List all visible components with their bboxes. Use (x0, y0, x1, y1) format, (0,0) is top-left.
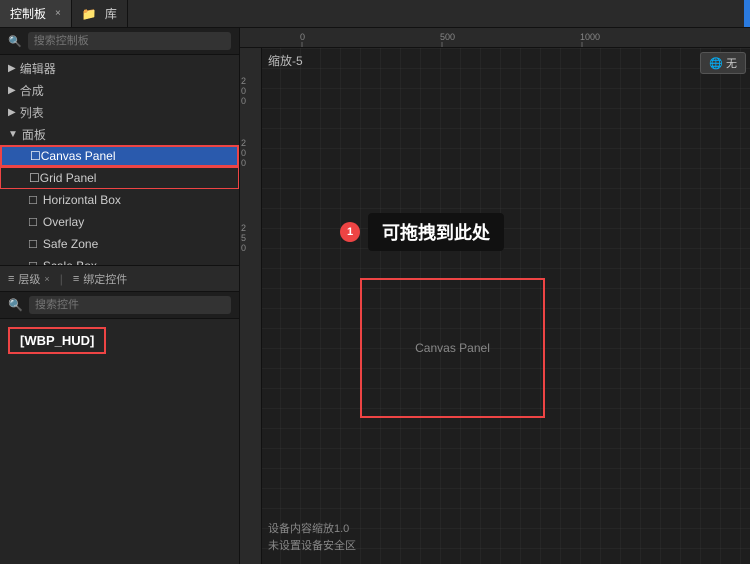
ruler-v-3: 0 (241, 96, 246, 106)
canvas-panel-viewport-label: Canvas Panel (415, 341, 490, 355)
tree-item-scale-box[interactable]: ☐ Scale Box (0, 255, 239, 265)
hbox-icon: ☐ (28, 194, 38, 207)
ruler-h-0: 0 (300, 32, 305, 42)
hbox-label: Horizontal Box (43, 193, 121, 207)
scale-box-label: Scale Box (43, 259, 97, 265)
grid-panel-label: Grid Panel (40, 171, 97, 185)
device-safe-label: 未设置设备安全区 (268, 538, 356, 556)
layers-search-input[interactable] (29, 296, 231, 314)
main-layout: 🔍 ▶ 编辑器 ▶ 合成 ▶ 列表 (0, 28, 750, 564)
overlay-label: Overlay (43, 215, 84, 229)
panel-lower: ≡ 层级 × | ≡ 绑定控件 🔍 [WBP_HUD] (0, 266, 239, 564)
canvas-panel-label: Canvas Panel (41, 149, 116, 163)
canvas-globe-btn[interactable]: 🌐 无 (700, 52, 746, 74)
canvas-btn-none-label: 无 (726, 58, 737, 70)
arrow-list: ▶ (8, 107, 16, 118)
ruler-v-9: 0 (241, 243, 246, 253)
canvas-area[interactable]: 0 500 1000 2 0 0 2 0 0 2 5 0 缩放-5 (240, 28, 750, 564)
lower-search-icon: 🔍 (8, 298, 23, 312)
drag-tooltip: 1 可拖拽到此处 (340, 213, 504, 251)
tab-layers[interactable]: ≡ 层级 × (0, 266, 58, 291)
arrow-editor: ▶ (8, 63, 16, 74)
scale-box-icon: ☐ (28, 260, 38, 266)
section-panel-label: 面板 (22, 126, 46, 143)
device-scale-label: 设备内容缩放1.0 (268, 521, 356, 539)
wbp-hud-label: [WBP_HUD] (20, 333, 94, 348)
drag-badge: 1 (340, 222, 360, 242)
search-bar: 🔍 (0, 28, 239, 55)
section-editor-label: 编辑器 (20, 60, 56, 77)
overlay-icon: ☐ (28, 216, 38, 229)
tree-list: ▶ 编辑器 ▶ 合成 ▶ 列表 ▼ 面板 (0, 55, 239, 265)
section-list[interactable]: ▶ 列表 (0, 101, 239, 123)
panel-upper: 🔍 ▶ 编辑器 ▶ 合成 ▶ 列表 (0, 28, 239, 266)
tab-control-panel-label: 控制板 (10, 5, 46, 22)
canvas-controls: 🌐 无 (700, 52, 746, 74)
layers-label: 层级 (18, 271, 40, 287)
layers-content: [WBP_HUD] (0, 319, 239, 564)
bind-controls-label: 绑定控件 (83, 271, 127, 287)
ruler-h-1000: 1000 (580, 32, 600, 42)
layers-close[interactable]: × (44, 274, 49, 284)
tree-item-safe-zone[interactable]: ☐ Safe Zone (0, 233, 239, 255)
section-compose-label: 合成 (20, 82, 44, 99)
tree-item-canvas-panel[interactable]: ☐ Canvas Panel (0, 145, 239, 167)
ruler-v-7: 2 (241, 223, 246, 233)
globe-icon: 🌐 (709, 58, 723, 70)
left-panel: 🔍 ▶ 编辑器 ▶ 合成 ▶ 列表 (0, 28, 240, 564)
ruler-v-2: 0 (241, 86, 246, 96)
tab-control-panel[interactable]: 控制板 × (0, 0, 72, 27)
drag-text: 可拖拽到此处 (368, 213, 504, 251)
search-icon: 🔍 (8, 35, 22, 48)
ruler-vertical: 2 0 0 2 0 0 2 5 0 (240, 48, 262, 564)
layers-icon: ≡ (8, 273, 14, 285)
arrow-compose: ▶ (8, 85, 16, 96)
lower-search-bar: 🔍 (0, 292, 239, 319)
search-input[interactable] (28, 32, 231, 50)
safe-zone-icon: ☐ (28, 238, 38, 251)
canvas-panel-viewport[interactable]: Canvas Panel (360, 278, 545, 418)
section-panel[interactable]: ▼ 面板 (0, 123, 239, 145)
tab-control-panel-close[interactable]: × (55, 8, 61, 19)
arrow-panel: ▼ (8, 129, 18, 140)
top-tab-bar: 控制板 × 📁 库 (0, 0, 750, 28)
ruler-horizontal: 0 500 1000 (240, 28, 750, 48)
section-list-label: 列表 (20, 104, 44, 121)
tree-item-overlay[interactable]: ☐ Overlay (0, 211, 239, 233)
ruler-v-6: 0 (241, 158, 246, 168)
section-compose[interactable]: ▶ 合成 (0, 79, 239, 101)
tab-library-label: 库 (105, 5, 117, 22)
tab-sep: | (58, 272, 65, 286)
ruler-v-1: 2 (241, 76, 246, 86)
tab-library[interactable]: 📁 库 (72, 0, 128, 27)
ruler-v-4: 2 (241, 138, 246, 148)
ruler-h-500: 500 (440, 32, 455, 42)
zoom-label: 缩放-5 (268, 52, 303, 69)
canvas-bottom-info: 设备内容缩放1.0 未设置设备安全区 (268, 521, 356, 556)
tree-item-horizontal-box[interactable]: ☐ Horizontal Box (0, 189, 239, 211)
tab-bind-controls[interactable]: ≡ 绑定控件 (65, 266, 135, 291)
wbp-hud-item[interactable]: [WBP_HUD] (8, 327, 106, 354)
section-editor[interactable]: ▶ 编辑器 (0, 57, 239, 79)
canvas-panel-icon: ☐ (30, 149, 41, 163)
safe-zone-label: Safe Zone (43, 237, 98, 251)
grid-panel-icon: ☐ (29, 171, 40, 185)
lower-tabs: ≡ 层级 × | ≡ 绑定控件 (0, 266, 239, 292)
tree-item-grid-panel[interactable]: ☐ Grid Panel (0, 167, 239, 189)
bind-controls-icon: ≡ (73, 273, 79, 285)
ruler-v-5: 0 (241, 148, 246, 158)
ruler-v-8: 5 (241, 233, 246, 243)
